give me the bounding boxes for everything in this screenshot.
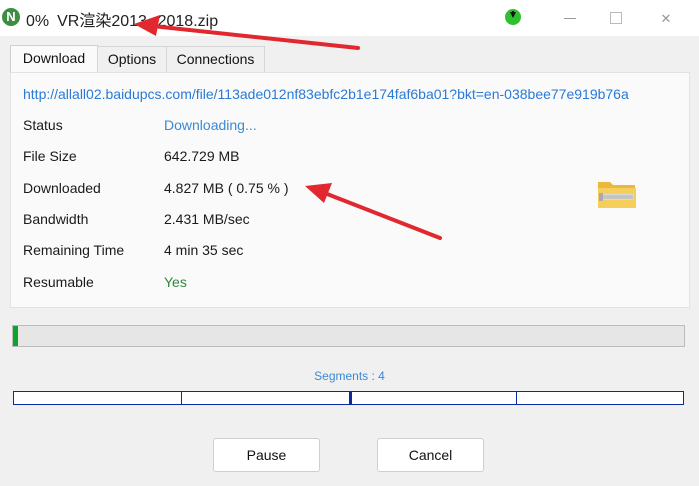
- title-bar: N 0% VR渲染2013--2018.zip: [0, 0, 699, 36]
- resumable-label: Resumable: [23, 274, 94, 290]
- app-logo-icon: N: [2, 8, 20, 26]
- window-title: 0% VR渲染2013--2018.zip: [26, 7, 218, 31]
- segments-bar: [13, 391, 684, 405]
- resumable-value: Yes: [164, 274, 187, 290]
- title-filename: VR渲染2013--2018.zip: [57, 13, 219, 30]
- download-url-link[interactable]: http://allall02.baidupcs.com/file/113ade…: [23, 86, 629, 102]
- status-label: Status: [23, 117, 63, 133]
- remaining-time-label: Remaining Time: [23, 242, 125, 258]
- download-progress-bar: [12, 325, 685, 347]
- file-size-label: File Size: [23, 148, 77, 164]
- zip-folder-icon: [598, 182, 636, 208]
- segment-divider: [181, 392, 182, 404]
- bandwidth-label: Bandwidth: [23, 211, 89, 227]
- cancel-button[interactable]: Cancel: [377, 438, 484, 472]
- progress-fill: [13, 326, 18, 346]
- file-size-value: 642.729 MB: [164, 148, 240, 164]
- segment-divider: [516, 392, 517, 404]
- download-arrow-icon[interactable]: [505, 9, 521, 25]
- status-value: Downloading...: [164, 117, 257, 133]
- segment-divider: [349, 392, 352, 404]
- maximize-button[interactable]: [606, 8, 626, 28]
- minimize-button[interactable]: [560, 8, 580, 28]
- tab-download[interactable]: Download: [10, 45, 98, 73]
- download-panel: http://allall02.baidupcs.com/file/113ade…: [10, 72, 690, 308]
- bandwidth-value: 2.431 MB/sec: [164, 211, 250, 227]
- segments-label: Segments : 4: [314, 369, 385, 383]
- tab-options[interactable]: Options: [97, 46, 167, 72]
- tab-connections[interactable]: Connections: [166, 46, 265, 72]
- downloaded-label: Downloaded: [23, 180, 101, 196]
- close-button[interactable]: [656, 8, 676, 28]
- pause-button[interactable]: Pause: [213, 438, 320, 472]
- downloaded-value: 4.827 MB ( 0.75 % ): [164, 180, 289, 196]
- remaining-time-value: 4 min 35 sec: [164, 242, 244, 258]
- title-percent: 0%: [26, 13, 50, 30]
